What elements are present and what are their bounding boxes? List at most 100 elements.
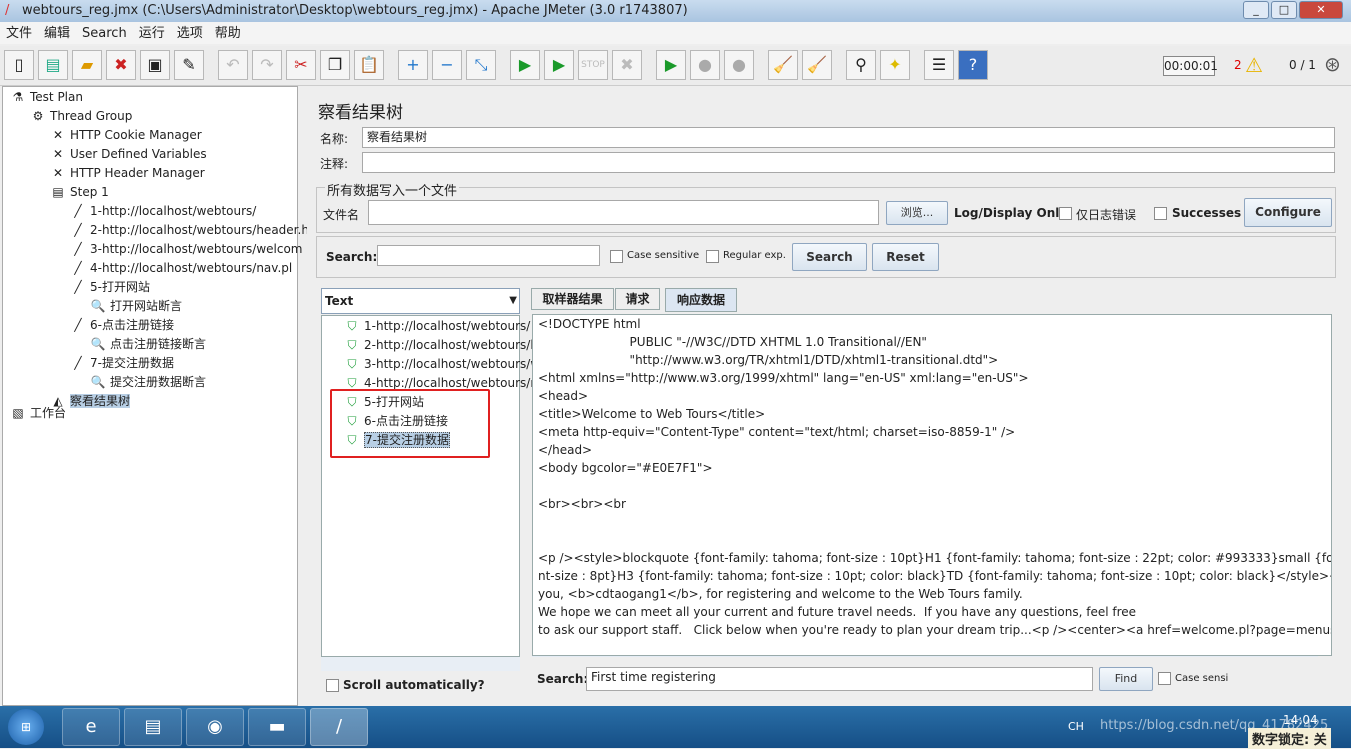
cut-icon[interactable]: ✂ bbox=[286, 50, 316, 80]
case-sensitive-checkbox[interactable] bbox=[610, 250, 623, 263]
chrome-icon[interactable]: ◉ bbox=[186, 708, 244, 746]
warning-icon[interactable]: ⚠ bbox=[1245, 53, 1263, 77]
menu-search[interactable]: Search bbox=[82, 26, 127, 41]
response-line bbox=[533, 477, 1331, 495]
result-item[interactable]: ⛉ 2-http://localhost/webtours/h bbox=[343, 336, 537, 355]
collapse-icon[interactable]: − bbox=[432, 50, 462, 80]
search-input[interactable] bbox=[377, 245, 600, 266]
ie-icon[interactable]: e bbox=[62, 708, 120, 746]
maximize-button[interactable]: □ bbox=[1271, 1, 1297, 19]
comment-label: 注释: bbox=[320, 157, 349, 171]
start-icon[interactable]: ▶ bbox=[510, 50, 540, 80]
tree-node[interactable]: 🔍 提交注册数据断言 bbox=[89, 373, 207, 392]
save-icon[interactable]: ▣ bbox=[140, 50, 170, 80]
undo-icon[interactable]: ↶ bbox=[218, 50, 248, 80]
templates-icon[interactable]: ▤ bbox=[38, 50, 68, 80]
tab-response-data[interactable]: 响应数据 bbox=[665, 288, 737, 312]
clock[interactable]: 14:04 bbox=[1283, 713, 1318, 727]
regex-label: Regular exp. bbox=[723, 250, 786, 261]
filename-input[interactable] bbox=[368, 200, 879, 225]
input-lang[interactable]: CH bbox=[1068, 720, 1084, 733]
menu-edit[interactable]: 编辑 bbox=[44, 26, 70, 41]
response-line: <head> bbox=[538, 389, 589, 403]
browse-button[interactable]: 浏览... bbox=[886, 201, 948, 225]
configure-button[interactable]: Configure bbox=[1244, 198, 1332, 227]
save-as-icon[interactable]: ✎ bbox=[174, 50, 204, 80]
toggle-icon[interactable]: ⤡ bbox=[466, 50, 496, 80]
explorer-icon[interactable]: ▤ bbox=[124, 708, 182, 746]
scroll-auto-checkbox[interactable] bbox=[326, 679, 339, 692]
tree-node[interactable]: ✕ User Defined Variables bbox=[49, 145, 207, 164]
close-file-icon[interactable]: ✖ bbox=[106, 50, 136, 80]
results-hscrollbar[interactable] bbox=[321, 656, 520, 671]
new-icon[interactable]: ▯ bbox=[4, 50, 34, 80]
tree-node[interactable]: ⚗ Test Plan bbox=[9, 88, 83, 107]
tree-node[interactable]: ✕ HTTP Cookie Manager bbox=[49, 126, 202, 145]
regex-checkbox[interactable] bbox=[706, 250, 719, 263]
function-helper-icon[interactable]: ☰ bbox=[924, 50, 954, 80]
open-icon[interactable]: ▰ bbox=[72, 50, 102, 80]
name-input[interactable]: 察看结果树 bbox=[362, 127, 1335, 148]
tree-node[interactable]: ╱ 7-提交注册数据 bbox=[69, 354, 174, 373]
find-label: Search: bbox=[537, 672, 589, 686]
copy-icon[interactable]: ❐ bbox=[320, 50, 350, 80]
jmeter-taskbar-icon[interactable]: / bbox=[310, 708, 368, 746]
clear-icon[interactable]: 🧹 bbox=[768, 50, 798, 80]
workbench-icon: ▧ bbox=[12, 406, 24, 420]
start-no-pause-icon[interactable]: ▶ bbox=[544, 50, 574, 80]
stop-icon[interactable]: STOP bbox=[578, 50, 608, 80]
find-button[interactable]: Find bbox=[1099, 667, 1153, 691]
tree-node[interactable]: ╱ 2-http://localhost/webtours/header.h bbox=[69, 221, 309, 240]
remote-status-icon[interactable]: ⊛ bbox=[1324, 52, 1341, 76]
errors-checkbox[interactable] bbox=[1059, 207, 1072, 220]
gear-icon: ⚙ bbox=[32, 109, 44, 123]
remote-exit-icon[interactable]: ● bbox=[724, 50, 754, 80]
menu-file[interactable]: 文件 bbox=[6, 26, 32, 41]
reset-button[interactable]: Reset bbox=[872, 243, 939, 271]
minimize-button[interactable]: _ bbox=[1243, 1, 1269, 19]
tab-sampler-result[interactable]: 取样器结果 bbox=[531, 288, 614, 310]
menu-run[interactable]: 运行 bbox=[139, 26, 165, 41]
reset-search-icon[interactable]: ✦ bbox=[880, 50, 910, 80]
response-data-text[interactable]: <!DOCTYPE html PUBLIC "-//W3C//DTD XHTML… bbox=[532, 314, 1332, 656]
title-bar: / webtours_reg.jmx (C:\Users\Administrat… bbox=[0, 0, 1351, 22]
comment-input[interactable] bbox=[362, 152, 1335, 173]
result-item[interactable]: ⛉ 3-http://localhost/webtours/w bbox=[343, 355, 540, 374]
chevron-down-icon[interactable]: ▼ bbox=[509, 289, 517, 313]
menu-options[interactable]: 选项 bbox=[177, 26, 203, 41]
close-button[interactable]: ✕ bbox=[1299, 1, 1343, 19]
successes-checkbox[interactable] bbox=[1154, 207, 1167, 220]
tree-node-label: 察看结果树 bbox=[70, 394, 131, 408]
tab-request[interactable]: 请求 bbox=[615, 288, 660, 310]
find-input[interactable]: First time registering bbox=[586, 667, 1093, 691]
tree-node[interactable]: ⚙ Thread Group bbox=[29, 107, 133, 126]
help-icon[interactable]: ? bbox=[958, 50, 988, 80]
result-item[interactable]: ⛉ 1-http://localhost/webtours/ bbox=[343, 317, 530, 336]
tree-node[interactable]: 🔍 打开网站断言 bbox=[89, 297, 183, 316]
search-button[interactable]: Search bbox=[792, 243, 867, 271]
remote-start-icon[interactable]: ▶ bbox=[656, 50, 686, 80]
tree-node-label: Step 1 bbox=[70, 185, 109, 199]
tree-node-label: 2-http://localhost/webtours/header.h bbox=[90, 223, 309, 237]
start-button[interactable]: ⊞ bbox=[8, 709, 44, 745]
tree-node[interactable]: ╱ 1-http://localhost/webtours/ bbox=[69, 202, 256, 221]
tree-node[interactable]: ╱ 3-http://localhost/webtours/welcom bbox=[69, 240, 302, 259]
paste-icon[interactable]: 📋 bbox=[354, 50, 384, 80]
clear-all-icon[interactable]: 🧹 bbox=[802, 50, 832, 80]
tree-node[interactable]: 🔍 点击注册链接断言 bbox=[89, 335, 207, 354]
tree-node[interactable]: ╱ 5-打开网站 bbox=[69, 278, 150, 297]
search-binoculars-icon[interactable]: ⚲ bbox=[846, 50, 876, 80]
tree-node[interactable]: ▤ Step 1 bbox=[49, 183, 109, 202]
redo-icon[interactable]: ↷ bbox=[252, 50, 282, 80]
remote-stop-icon[interactable]: ● bbox=[690, 50, 720, 80]
cmd-icon[interactable]: ▬ bbox=[248, 708, 306, 746]
tree-node[interactable]: ✕ HTTP Header Manager bbox=[49, 164, 205, 183]
expand-icon[interactable]: + bbox=[398, 50, 428, 80]
menu-help[interactable]: 帮助 bbox=[215, 26, 241, 41]
tree-node[interactable]: ╱ 4-http://localhost/webtours/nav.pl bbox=[69, 259, 292, 278]
shutdown-icon[interactable]: ✖ bbox=[612, 50, 642, 80]
tree-node[interactable]: ╱ 6-点击注册链接 bbox=[69, 316, 174, 335]
renderer-select[interactable]: Text ▼ bbox=[321, 288, 520, 314]
find-case-checkbox[interactable] bbox=[1158, 672, 1171, 685]
tree-node[interactable]: ▧ 工作台 bbox=[9, 404, 66, 423]
